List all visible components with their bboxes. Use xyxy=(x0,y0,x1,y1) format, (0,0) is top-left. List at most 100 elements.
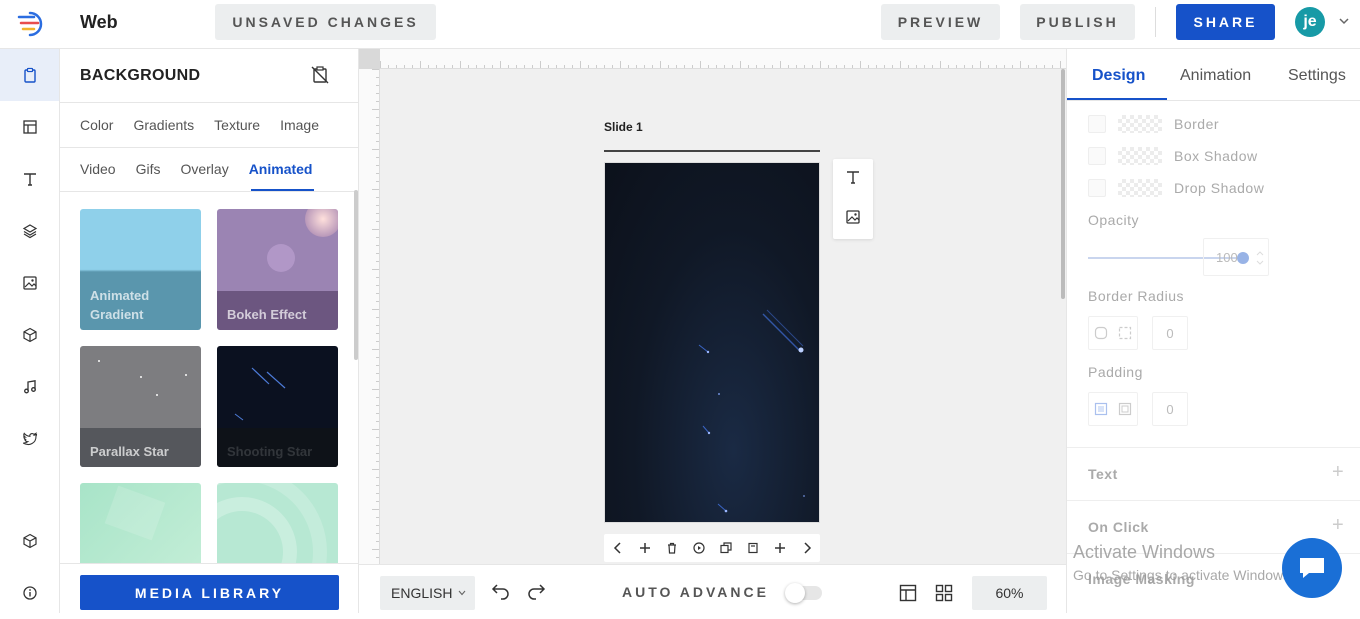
tab-settings[interactable]: Settings xyxy=(1288,67,1346,85)
app-logo-icon[interactable] xyxy=(16,9,46,39)
language-select[interactable]: ENGLISH xyxy=(380,576,475,610)
unsaved-changes-button[interactable]: UNSAVED CHANGES xyxy=(215,4,436,40)
padding-input[interactable]: 0 xyxy=(1152,392,1188,426)
editor-canvas: Slide 1 xyxy=(359,49,1066,564)
add-icon[interactable] xyxy=(774,542,786,554)
text-section-expand-icon[interactable]: + xyxy=(1332,461,1344,484)
duplicate-icon[interactable] xyxy=(719,542,732,554)
top-bar: Web UNSAVED CHANGES PREVIEW PUBLISH SHAR… xyxy=(0,0,1360,49)
onclick-section-expand-icon[interactable]: + xyxy=(1332,514,1344,537)
thumbnail-geometric[interactable] xyxy=(80,483,201,564)
bg-tabs-row-1: Color Gradients Texture Image xyxy=(80,117,339,133)
opacity-input[interactable]: 100 xyxy=(1203,238,1269,276)
zoom-level[interactable]: 60% xyxy=(972,576,1047,610)
circle-ring xyxy=(217,483,327,564)
thumbnail-shooting-star[interactable]: Shooting Star xyxy=(217,346,338,467)
activate-windows-title: Activate Windows xyxy=(1073,542,1216,562)
border-label: Border xyxy=(1174,116,1220,132)
tab-color[interactable]: Color xyxy=(80,117,113,133)
tab-image[interactable]: Image xyxy=(280,117,319,133)
sidebar-item-layout[interactable] xyxy=(0,101,59,153)
sidebar-item-info[interactable] xyxy=(0,567,59,619)
radius-mode-selector[interactable] xyxy=(1088,316,1138,350)
box-shadow-checkbox[interactable] xyxy=(1088,147,1106,165)
chevron-left-icon[interactable] xyxy=(612,542,624,554)
bokeh-light xyxy=(267,244,295,272)
tab-gifs[interactable]: Gifs xyxy=(136,161,161,177)
box-shadow-color-swatch[interactable] xyxy=(1118,147,1162,165)
grid-view-icon[interactable] xyxy=(935,584,953,602)
tab-animated[interactable]: Animated xyxy=(249,161,313,177)
remove-background-icon[interactable] xyxy=(310,65,330,85)
preview-button[interactable]: PREVIEW xyxy=(881,4,1000,40)
shape xyxy=(104,485,166,541)
padding-all-icon[interactable] xyxy=(1094,402,1108,416)
sidebar-item-music[interactable] xyxy=(0,361,59,413)
opacity-label: Opacity xyxy=(1088,212,1139,228)
padding-individual-icon[interactable] xyxy=(1118,402,1132,416)
play-icon[interactable] xyxy=(692,542,705,554)
divider xyxy=(1067,447,1360,448)
divider xyxy=(60,191,359,192)
undo-icon[interactable] xyxy=(491,583,511,601)
drop-shadow-checkbox[interactable] xyxy=(1088,179,1106,197)
thumbnail-bokeh-effect[interactable]: Bokeh Effect xyxy=(217,209,338,330)
panel-scrollbar[interactable] xyxy=(354,190,358,360)
thumbnail-label: Parallax Star xyxy=(90,444,169,459)
topbar-divider xyxy=(1155,7,1156,37)
radius-all-icon[interactable] xyxy=(1094,326,1108,340)
onclick-section-title[interactable]: On Click xyxy=(1088,519,1149,535)
sidebar-item-image[interactable] xyxy=(0,257,59,309)
ruler-corner xyxy=(359,49,380,69)
chevron-right-icon[interactable] xyxy=(801,542,813,554)
toggle-knob xyxy=(785,583,805,603)
thumbnail-parallax-star[interactable]: Parallax Star xyxy=(80,346,201,467)
thumbnail-circles[interactable] xyxy=(217,483,338,564)
canvas-scrollbar[interactable] xyxy=(1061,69,1065,299)
stepper-arrows-icon[interactable] xyxy=(1256,250,1264,266)
drop-shadow-color-swatch[interactable] xyxy=(1118,179,1162,197)
radius-individual-icon[interactable] xyxy=(1118,326,1132,340)
active-tab-indicator xyxy=(1067,98,1167,100)
media-library-button[interactable]: MEDIA LIBRARY xyxy=(80,575,339,610)
box-shadow-label: Box Shadow xyxy=(1174,148,1258,164)
tab-texture[interactable]: Texture xyxy=(214,117,260,133)
background-panel: BACKGROUND Color Gradients Texture Image… xyxy=(60,49,359,613)
padding-mode-selector[interactable] xyxy=(1088,392,1138,426)
add-slide-icon[interactable] xyxy=(639,542,651,554)
border-checkbox[interactable] xyxy=(1088,115,1106,133)
slide-settings-icon[interactable] xyxy=(747,542,759,554)
trash-icon[interactable] xyxy=(666,542,678,554)
chevron-down-icon[interactable] xyxy=(1338,16,1350,26)
publish-button[interactable]: PUBLISH xyxy=(1020,4,1135,40)
tab-gradients[interactable]: Gradients xyxy=(133,117,194,133)
tab-video[interactable]: Video xyxy=(80,161,116,177)
tab-overlay[interactable]: Overlay xyxy=(180,161,228,177)
layout-view-icon[interactable] xyxy=(899,584,917,602)
share-button[interactable]: SHARE xyxy=(1176,4,1275,40)
tab-animation[interactable]: Animation xyxy=(1180,67,1251,85)
sidebar-item-background[interactable] xyxy=(0,49,59,101)
sidebar-item-elements[interactable] xyxy=(0,309,59,361)
quick-add-toolbar xyxy=(833,159,873,239)
sidebar-item-3d[interactable] xyxy=(0,515,59,567)
add-text-icon[interactable] xyxy=(845,169,861,185)
user-avatar[interactable]: je xyxy=(1295,7,1325,37)
clipboard-icon xyxy=(23,67,36,83)
border-radius-input[interactable]: 0 xyxy=(1152,316,1188,350)
tab-design[interactable]: Design xyxy=(1092,67,1145,85)
redo-icon[interactable] xyxy=(526,583,546,601)
sidebar-item-twitter[interactable] xyxy=(0,413,59,465)
thumbnail-animated-gradient[interactable]: Animated Gradient xyxy=(80,209,201,330)
auto-advance-toggle[interactable] xyxy=(785,583,822,603)
add-image-icon[interactable] xyxy=(845,209,861,225)
border-color-swatch[interactable] xyxy=(1118,115,1162,133)
text-section-title[interactable]: Text xyxy=(1088,466,1118,482)
slide-title: Slide 1 xyxy=(604,120,643,134)
chat-button[interactable] xyxy=(1282,538,1342,598)
sidebar-item-layers[interactable] xyxy=(0,205,59,257)
border-radius-label: Border Radius xyxy=(1088,288,1184,304)
thumbnail-label: Shooting Star xyxy=(227,444,313,459)
slide-1[interactable] xyxy=(604,162,820,523)
sidebar-item-text[interactable] xyxy=(0,153,59,205)
